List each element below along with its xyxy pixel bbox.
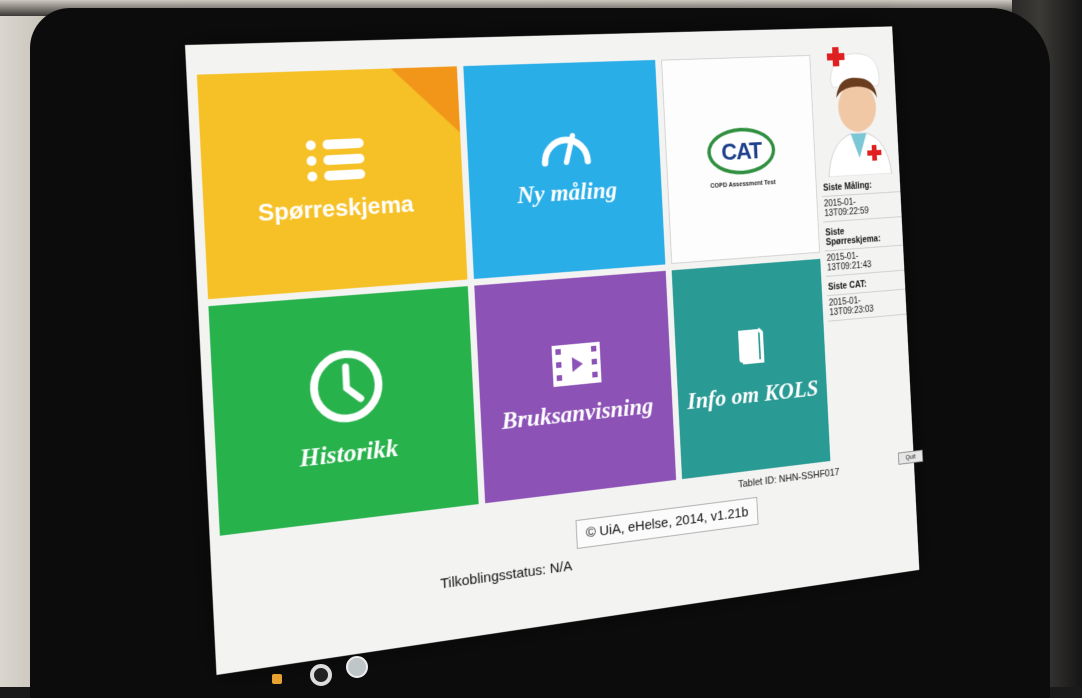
info-kols-tile[interactable]: Info om KOLS [671,258,831,480]
user-guide-tile[interactable]: Bruksanvisning [474,270,677,504]
globe-icon[interactable] [346,656,368,678]
tablet-screen: Spørreskjema Ny måling CAT COPD Assessme… [185,26,924,676]
stage: Spørreskjema Ny måling CAT COPD Assessme… [0,0,1082,687]
cat-logo-text: CAT [720,136,763,166]
user-guide-label: Bruksanvisning [500,391,654,435]
info-kols-label: Info om KOLS [686,374,819,415]
copyright-box: © UiA, eHelse, 2014, v1.21b [575,496,759,550]
clock-icon [305,344,387,429]
new-measurement-label: Ny måling [516,175,618,209]
tablet-id: Tablet ID: NHN-SSHF017 [737,466,840,491]
quit-button[interactable]: Quit [897,449,924,465]
history-label: Historikk [298,433,399,473]
gauge-icon [538,127,593,167]
nurse-avatar-icon [814,44,896,178]
video-icon [551,341,602,388]
settings-icon[interactable] [310,664,332,686]
last-measurement-value: 2015-01-13T09:22:59 [821,192,902,223]
last-cat-value: 2015-01-13T09:23:03 [826,289,907,322]
connection-status: Tilkoblingsstatus: N/A [439,558,573,593]
questionnaire-tile[interactable]: Spørreskjema [196,66,468,300]
questionnaire-label: Spørreskjema [257,190,415,227]
folder-icon[interactable] [272,674,282,684]
status-panel: Siste Måling: 2015-01-13T09:22:59 Siste … [814,44,907,322]
cat-speech-bubble: CAT [706,126,777,177]
list-icon [305,137,365,182]
last-questionnaire-value: 2015-01-13T09:21:43 [824,245,905,277]
history-tile[interactable]: Historikk [208,286,479,536]
tile-grid: Spørreskjema Ny måling CAT COPD Assessme… [196,54,831,536]
new-measurement-tile[interactable]: Ny måling [463,59,666,279]
cat-tile[interactable]: CAT COPD Assessment Test [661,54,820,264]
tile-corner-accent [390,66,461,136]
taskbar [40,594,368,686]
book-icon [733,325,770,371]
cat-subtitle: COPD Assessment Test [710,179,776,190]
cat-logo: CAT COPD Assessment Test [706,126,777,190]
